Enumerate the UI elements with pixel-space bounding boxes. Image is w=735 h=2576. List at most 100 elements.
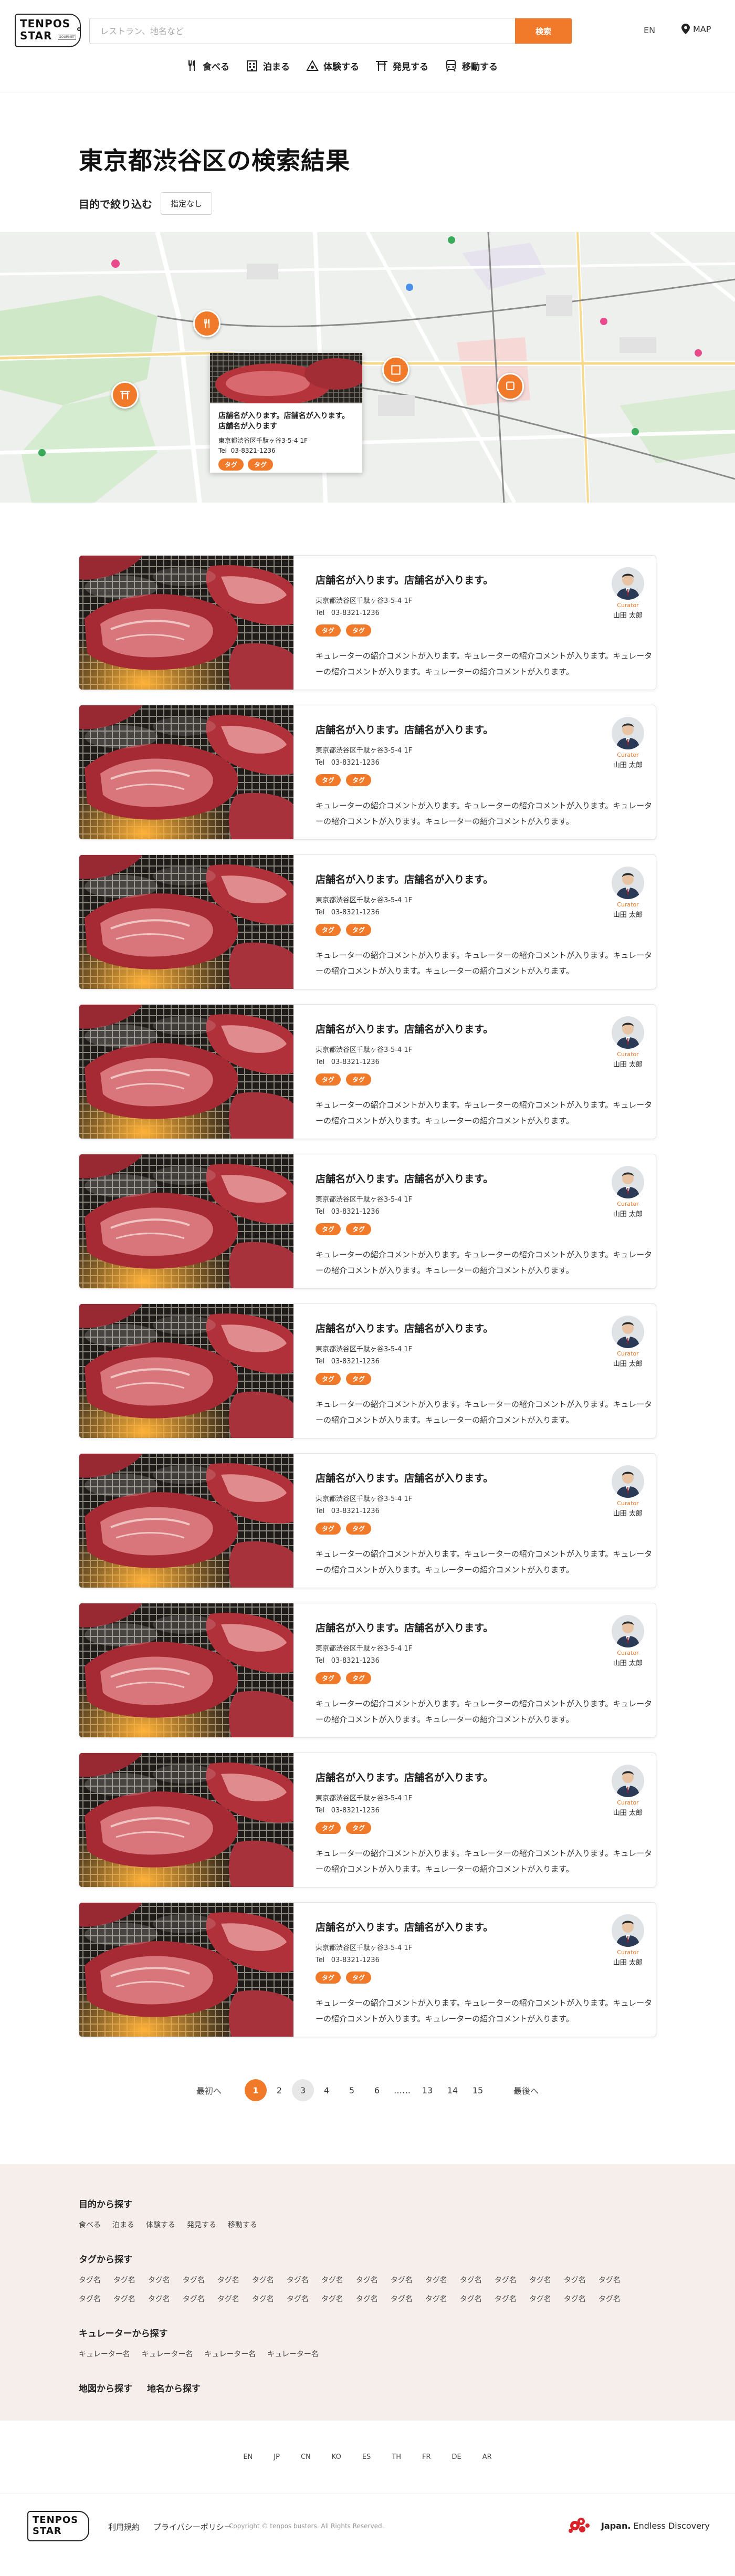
map-popup[interactable]: 店舗名が入ります。店舗名が入ります。店舗名が入ります 東京都渋谷区千駄ヶ谷3-5… <box>210 353 362 473</box>
tag-badge[interactable]: タグ <box>346 774 372 786</box>
store-name[interactable]: 店舗名が入ります。店舗名が入ります。 <box>316 1321 656 1335</box>
result-card[interactable]: 店舗名が入ります。店舗名が入ります。 東京都渋谷区千駄ヶ谷3-5-4 1F Te… <box>79 1154 656 1289</box>
map-pin[interactable] <box>193 310 220 337</box>
map-search-link[interactable]: 地図から探す <box>79 2381 132 2394</box>
curator-profile[interactable]: Curator 山田 太郎 <box>610 1914 646 1967</box>
tag-link[interactable]: タグ名 <box>529 2275 551 2285</box>
tag-link[interactable]: タグ名 <box>252 2293 274 2304</box>
tag-link[interactable]: タグ名 <box>425 2275 447 2285</box>
purpose-link[interactable]: 移動する <box>228 2219 257 2230</box>
store-name[interactable]: 店舗名が入ります。店舗名が入ります。 <box>316 1920 656 1934</box>
nav-eat[interactable]: 食べる <box>185 59 229 72</box>
tag-link[interactable]: タグ名 <box>356 2293 378 2304</box>
language-switch[interactable]: EN <box>644 25 655 35</box>
language-option[interactable]: JP <box>274 2453 280 2461</box>
tag-badge[interactable]: タグ <box>316 1672 341 1684</box>
store-name[interactable]: 店舗名が入ります。店舗名が入ります。 <box>316 1021 656 1036</box>
curator-profile[interactable]: Curator 山田 太郎 <box>610 1316 646 1368</box>
tag-link[interactable]: タグ名 <box>321 2275 343 2285</box>
tag-badge[interactable]: タグ <box>316 624 341 637</box>
language-option[interactable]: KO <box>332 2453 341 2461</box>
tag-link[interactable]: タグ名 <box>217 2275 239 2285</box>
curator-profile[interactable]: Curator 山田 太郎 <box>610 1615 646 1667</box>
nav-experience[interactable]: 体験する <box>306 59 359 72</box>
tag-badge[interactable]: タグ <box>346 1223 372 1235</box>
tag-link[interactable]: タグ名 <box>113 2275 135 2285</box>
tag-badge[interactable]: タグ <box>346 1073 372 1086</box>
nav-stay[interactable]: 泊まる <box>245 59 290 72</box>
curator-profile[interactable]: Curator 山田 太郎 <box>610 1765 646 1817</box>
language-option[interactable]: TH <box>392 2453 401 2461</box>
tag-link[interactable]: タグ名 <box>287 2275 309 2285</box>
purpose-link[interactable]: 体験する <box>146 2219 175 2230</box>
result-card[interactable]: 店舗名が入ります。店舗名が入ります。 東京都渋谷区千駄ヶ谷3-5-4 1F Te… <box>79 1303 656 1438</box>
result-card[interactable]: 店舗名が入ります。店舗名が入ります。 東京都渋谷区千駄ヶ谷3-5-4 1F Te… <box>79 1603 656 1738</box>
map-pin[interactable] <box>111 381 139 409</box>
tag-link[interactable]: タグ名 <box>460 2275 482 2285</box>
purpose-link[interactable]: 発見する <box>187 2219 216 2230</box>
result-card[interactable]: 店舗名が入ります。店舗名が入ります。 東京都渋谷区千駄ヶ谷3-5-4 1F Te… <box>79 555 656 690</box>
japan-brand[interactable]: Japan. Endless Discovery <box>566 2515 710 2536</box>
map-pin[interactable] <box>382 356 410 383</box>
map-pin[interactable] <box>497 373 524 400</box>
tag-link[interactable]: タグ名 <box>113 2293 135 2304</box>
language-option[interactable]: ES <box>362 2453 371 2461</box>
terms-link[interactable]: 利用規約 <box>108 2521 140 2532</box>
tag-link[interactable]: タグ名 <box>529 2293 551 2304</box>
tag-link[interactable]: タグ名 <box>495 2293 517 2304</box>
language-option[interactable]: CN <box>301 2453 311 2461</box>
search-input[interactable] <box>90 18 515 44</box>
tag-link[interactable]: タグ名 <box>356 2275 378 2285</box>
purpose-filter-button[interactable]: 指定なし <box>161 192 213 215</box>
result-card[interactable]: 店舗名が入ります。店舗名が入ります。 東京都渋谷区千駄ヶ谷3-5-4 1F Te… <box>79 1902 656 2037</box>
results-map[interactable]: 店舗名が入ります。店舗名が入ります。店舗名が入ります 東京都渋谷区千駄ヶ谷3-5… <box>0 232 735 503</box>
pagination-page[interactable]: 1 <box>245 2079 267 2101</box>
purpose-link[interactable]: 食べる <box>79 2219 101 2230</box>
search-button[interactable]: 検索 <box>515 18 572 44</box>
tag-link[interactable]: タグ名 <box>495 2275 517 2285</box>
language-option[interactable]: EN <box>243 2453 253 2461</box>
language-option[interactable]: AR <box>482 2453 492 2461</box>
tag-link[interactable]: タグ名 <box>391 2293 413 2304</box>
curator-profile[interactable]: Curator 山田 太郎 <box>610 1016 646 1069</box>
pagination-page[interactable]: 2 <box>267 2079 292 2101</box>
store-name[interactable]: 店舗名が入ります。店舗名が入ります。 <box>316 1470 656 1485</box>
language-option[interactable]: FR <box>422 2453 431 2461</box>
tag-badge[interactable]: タグ <box>248 458 274 471</box>
tag-link[interactable]: タグ名 <box>564 2293 586 2304</box>
store-name[interactable]: 店舗名が入ります。店舗名が入ります。 <box>316 872 656 886</box>
pagination-page[interactable]: 3 <box>292 2079 314 2101</box>
curator-profile[interactable]: Curator 山田 太郎 <box>610 1465 646 1518</box>
tag-link[interactable]: タグ名 <box>287 2293 309 2304</box>
tag-link[interactable]: タグ名 <box>183 2275 205 2285</box>
tag-badge[interactable]: タグ <box>218 458 244 471</box>
pagination-page[interactable]: 6 <box>364 2079 390 2101</box>
tag-badge[interactable]: タグ <box>316 1373 341 1385</box>
store-name[interactable]: 店舗名が入ります。店舗名が入ります。 <box>316 1770 656 1784</box>
pagination-first[interactable]: 最初へ <box>196 2079 222 2101</box>
tag-badge[interactable]: タグ <box>316 1073 341 1086</box>
pagination-last[interactable]: 最後へ <box>513 2079 539 2101</box>
tag-link[interactable]: タグ名 <box>598 2275 621 2285</box>
tag-link[interactable]: タグ名 <box>252 2275 274 2285</box>
curator-link[interactable]: キュレーター名 <box>267 2349 319 2359</box>
tag-badge[interactable]: タグ <box>316 1522 341 1535</box>
tag-badge[interactable]: タグ <box>316 1972 341 1984</box>
tag-link[interactable]: タグ名 <box>460 2293 482 2304</box>
curator-profile[interactable]: Curator 山田 太郎 <box>610 567 646 620</box>
purpose-link[interactable]: 泊まる <box>112 2219 134 2230</box>
map-link[interactable]: MAP <box>681 24 711 34</box>
nav-discover[interactable]: 発見する <box>375 59 428 72</box>
site-logo[interactable]: TENPOS STAR GOURMET <box>15 14 81 47</box>
tag-badge[interactable]: タグ <box>346 924 372 936</box>
curator-profile[interactable]: Curator 山田 太郎 <box>610 867 646 919</box>
footer-logo[interactable]: TENPOS STAR <box>27 2511 89 2541</box>
tag-link[interactable]: タグ名 <box>79 2293 101 2304</box>
pagination-page[interactable]: 5 <box>339 2079 364 2101</box>
tag-link[interactable]: タグ名 <box>183 2293 205 2304</box>
result-card[interactable]: 店舗名が入ります。店舗名が入ります。 東京都渋谷区千駄ヶ谷3-5-4 1F Te… <box>79 854 656 989</box>
tag-link[interactable]: タグ名 <box>425 2293 447 2304</box>
result-card[interactable]: 店舗名が入ります。店舗名が入ります。 東京都渋谷区千駄ヶ谷3-5-4 1F Te… <box>79 705 656 840</box>
result-card[interactable]: 店舗名が入ります。店舗名が入ります。 東京都渋谷区千駄ヶ谷3-5-4 1F Te… <box>79 1453 656 1588</box>
pagination-page[interactable]: 14 <box>440 2079 465 2101</box>
